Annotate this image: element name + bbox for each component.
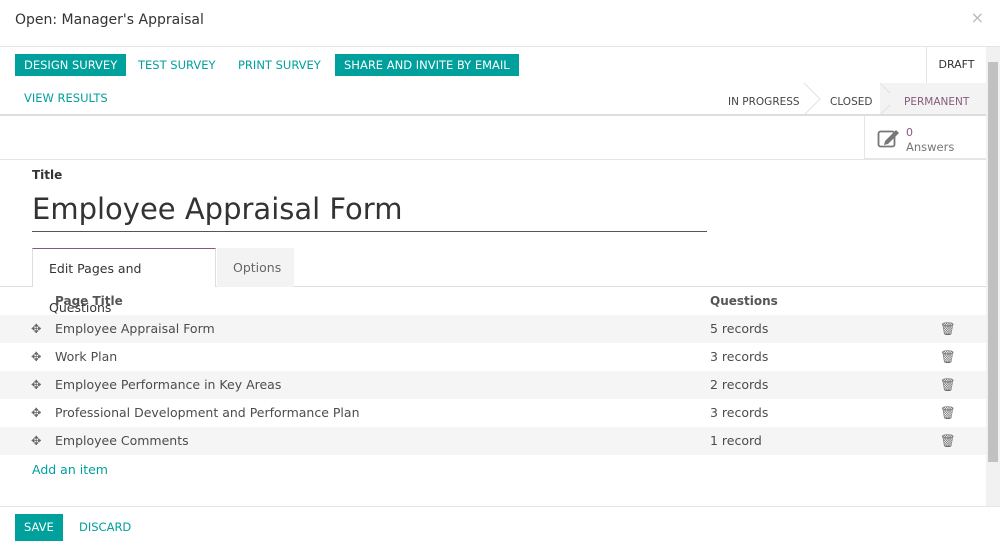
page-title-cell: Work Plan (55, 349, 118, 364)
status-permanent[interactable]: PERMANENT (904, 96, 969, 108)
questions-cell: 3 records (710, 349, 769, 364)
edit-icon (877, 130, 899, 148)
page-title-cell: Professional Development and Performance… (55, 405, 360, 420)
status-closed[interactable]: CLOSED (830, 96, 872, 108)
table-row[interactable]: ✥ Professional Development and Performan… (0, 399, 986, 427)
pages-table: ✥ Employee Appraisal Form 5 records 🗑 ✥ … (0, 315, 986, 455)
trash-icon[interactable]: 🗑 (940, 343, 956, 371)
column-header-page-title[interactable]: Page Title (55, 294, 123, 308)
close-icon[interactable]: × (971, 8, 984, 27)
status-in-progress[interactable]: IN PROGRESS (728, 96, 800, 108)
answers-stat-button[interactable]: 0 Answers (864, 116, 986, 159)
answers-count: 0 (906, 126, 913, 139)
questions-cell: 2 records (710, 377, 769, 392)
view-results-button[interactable]: VIEW RESULTS (15, 87, 117, 109)
table-row[interactable]: ✥ Employee Appraisal Form 5 records 🗑 (0, 315, 986, 343)
status-draft[interactable]: DRAFT (926, 47, 986, 83)
design-survey-button[interactable]: DESIGN SURVEY (15, 54, 127, 76)
table-row[interactable]: ✥ Work Plan 3 records 🗑 (0, 343, 986, 371)
questions-cell: 3 records (710, 405, 769, 420)
column-header-questions[interactable]: Questions (710, 294, 778, 308)
trash-icon[interactable]: 🗑 (940, 399, 956, 427)
test-survey-button[interactable]: TEST SURVEY (129, 54, 225, 76)
drag-handle-icon[interactable]: ✥ (31, 371, 41, 399)
trash-icon[interactable]: 🗑 (940, 371, 956, 399)
dialog-footer: SAVE DISCARD (0, 506, 1000, 550)
drag-handle-icon[interactable]: ✥ (31, 315, 41, 343)
trash-icon[interactable]: 🗑 (940, 315, 956, 343)
tab-options[interactable]: Options (217, 248, 294, 287)
divider (0, 159, 986, 160)
table-row[interactable]: ✥ Employee Performance in Key Areas 2 re… (0, 371, 986, 399)
tab-edit-pages[interactable]: Edit Pages and Questions (32, 248, 216, 315)
trash-icon[interactable]: 🗑 (940, 427, 956, 455)
answers-label: Answers (906, 140, 955, 154)
page-title-cell: Employee Appraisal Form (55, 321, 215, 336)
divider (0, 114, 986, 116)
dialog-title: Open: Manager's Appraisal (15, 12, 204, 28)
dialog-header: Open: Manager's Appraisal × (0, 0, 1000, 47)
drag-handle-icon[interactable]: ✥ (31, 427, 41, 455)
print-survey-button[interactable]: PRINT SURVEY (229, 54, 330, 76)
questions-cell: 5 records (710, 321, 769, 336)
drag-handle-icon[interactable]: ✥ (31, 399, 41, 427)
table-row[interactable]: ✥ Employee Comments 1 record 🗑 (0, 427, 986, 455)
title-label: Title (32, 168, 63, 182)
add-item-link[interactable]: Add an item (32, 462, 108, 477)
share-invite-button[interactable]: SHARE AND INVITE BY EMAIL (335, 54, 519, 76)
drag-handle-icon[interactable]: ✥ (31, 343, 41, 371)
questions-cell: 1 record (710, 433, 762, 448)
title-input[interactable]: Employee Appraisal Form (32, 190, 707, 232)
discard-button[interactable]: DISCARD (70, 514, 140, 541)
page-title-cell: Employee Performance in Key Areas (55, 377, 282, 392)
page-title-cell: Employee Comments (55, 433, 189, 448)
save-button[interactable]: SAVE (15, 514, 63, 541)
scrollbar-thumb[interactable] (988, 62, 998, 462)
